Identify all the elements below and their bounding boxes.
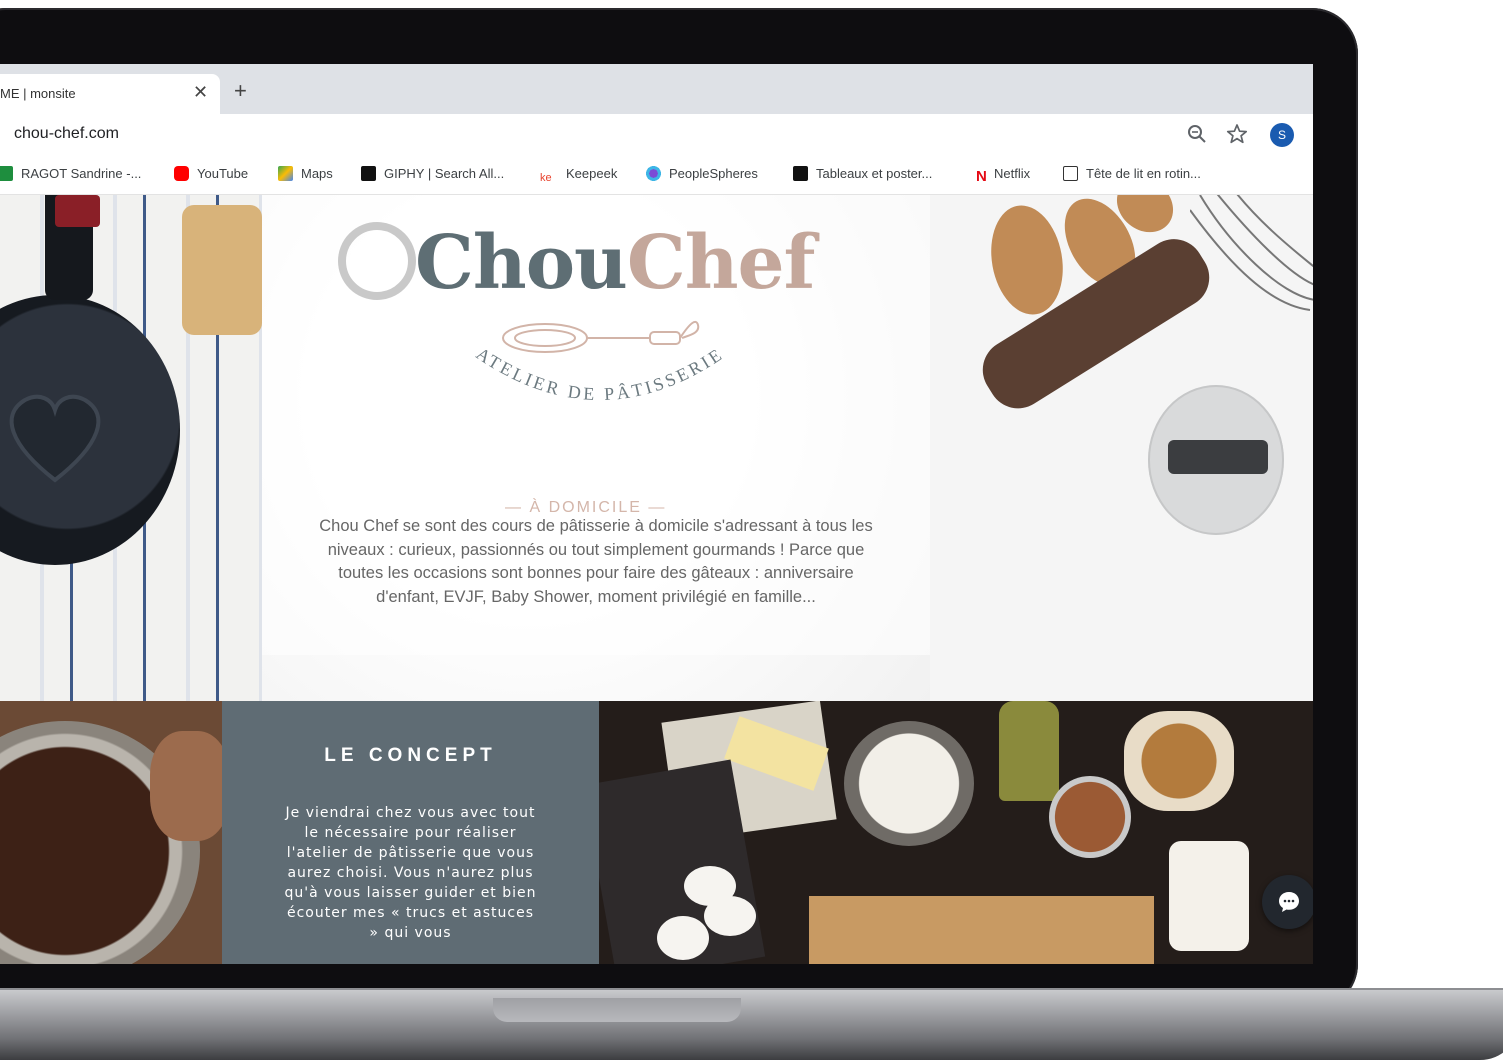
bookmark-label: GIPHY | Search All... [384, 166, 505, 181]
tab-close-button[interactable]: ✕ [193, 82, 208, 103]
logo-chou: Chou [415, 220, 628, 306]
hand-image [150, 731, 222, 841]
youtube-icon [174, 166, 189, 181]
concept-block: LE CONCEPT Je viendrai chez vous avec to… [222, 701, 599, 964]
zoom-icon[interactable] [1186, 123, 1208, 145]
whisk-image [1190, 195, 1313, 311]
giphy-icon [361, 166, 376, 181]
peoplespheres-icon [646, 166, 661, 181]
netflix-icon: N [976, 168, 987, 185]
chat-icon [1279, 892, 1299, 912]
keepeek-icon: ke [540, 172, 552, 184]
bookmark-label: Keepeek [566, 166, 618, 181]
tab-bar: ME | monsite ✕ + [0, 64, 1313, 114]
cookie-cutter-ring [1168, 440, 1268, 474]
bookmark-item[interactable]: Tableaux et poster... [793, 166, 932, 184]
sugar-jar-image [1124, 711, 1234, 811]
laptop-base [0, 990, 1503, 1060]
rolling-pin-image [182, 205, 262, 335]
logo-icon [338, 222, 416, 300]
bookmark-label: Netflix [994, 166, 1031, 181]
laptop-notch [493, 998, 741, 1022]
concept-title: LE CONCEPT [324, 745, 497, 766]
bookmark-item[interactable]: RAGOT Sandrine -... [0, 166, 141, 184]
new-tab-button[interactable]: + [234, 80, 247, 102]
cutting-board-image [809, 896, 1154, 964]
egg-image [657, 916, 709, 960]
almonds-bowl-image [1049, 776, 1131, 858]
bookmark-label: PeopleSpheres [669, 166, 758, 181]
cookie-cutter-image [1148, 385, 1284, 535]
hero-section: ChouChef ATELIER DE PÂTISSERIE — À DOMIC… [0, 195, 1313, 701]
oil-bottle-image [999, 701, 1059, 801]
sheets-icon [0, 166, 13, 181]
egg-image [704, 896, 756, 936]
screen: ME | monsite ✕ + chou-chef.com S RAGOT S… [0, 64, 1313, 964]
bookmark-label: YouTube [197, 166, 249, 181]
desenio-icon [793, 166, 808, 181]
bookmark-label: Tête de lit en rotin... [1086, 166, 1201, 181]
bookmark-item[interactable]: YouTube [174, 166, 248, 184]
browser-tab[interactable]: ME | monsite ✕ [0, 74, 220, 114]
profile-avatar[interactable]: S [1270, 123, 1294, 147]
chat-button[interactable] [1262, 875, 1313, 929]
svg-text:ATELIER DE PÂTISSERIE: ATELIER DE PÂTISSERIE [473, 350, 728, 404]
ingredients-image [599, 701, 1313, 964]
heart-icon [9, 394, 101, 483]
concept-text: Je viendrai chez vous avec tout le néces… [284, 805, 537, 941]
kitchen-towel-image [0, 195, 262, 701]
chocolate-bowl-image [0, 701, 222, 964]
address-bar[interactable]: chou-chef.com S [0, 114, 1313, 156]
site-logo[interactable]: ChouChef [415, 220, 816, 306]
heart-pan-image [0, 295, 180, 565]
tagline-arc: ATELIER DE PÂTISSERIE [473, 350, 728, 404]
wooden-spoon-image [982, 199, 1072, 321]
flour-bowl-image [844, 721, 974, 846]
bookmark-label: RAGOT Sandrine -... [21, 166, 142, 181]
tagline-text: ATELIER DE PÂTISSERIE [473, 350, 725, 404]
bookmark-star-icon[interactable] [1226, 123, 1248, 145]
tab-title: ME | monsite [0, 86, 76, 101]
bookmark-item[interactable]: Maps [278, 166, 333, 184]
milk-jar-image [1169, 841, 1249, 951]
lower-section: LE CONCEPT Je viendrai chez vous avec to… [0, 701, 1313, 964]
site-icon [1063, 166, 1078, 181]
bookmark-label: Tableaux et poster... [816, 166, 933, 181]
url-text[interactable]: chou-chef.com [14, 125, 119, 143]
intro-text: Chou Chef se sont des cours de pâtisseri… [319, 517, 873, 606]
bookmark-item[interactable]: ke Keepeek [540, 166, 617, 184]
pan-handle-tip [55, 195, 100, 227]
maps-icon [278, 166, 293, 181]
bookmark-label: Maps [301, 166, 333, 181]
bookmarks-bar: RAGOT Sandrine -... YouTube Maps GIPHY |… [0, 156, 1313, 195]
bookmark-item[interactable]: PeopleSpheres [646, 166, 758, 184]
bookmark-item[interactable]: GIPHY | Search All... [361, 166, 504, 184]
bookmark-item[interactable]: Tête de lit en rotin... [1063, 166, 1201, 184]
logo-chef: Chef [626, 220, 816, 306]
bookmark-item[interactable]: N Netflix [976, 166, 1031, 185]
